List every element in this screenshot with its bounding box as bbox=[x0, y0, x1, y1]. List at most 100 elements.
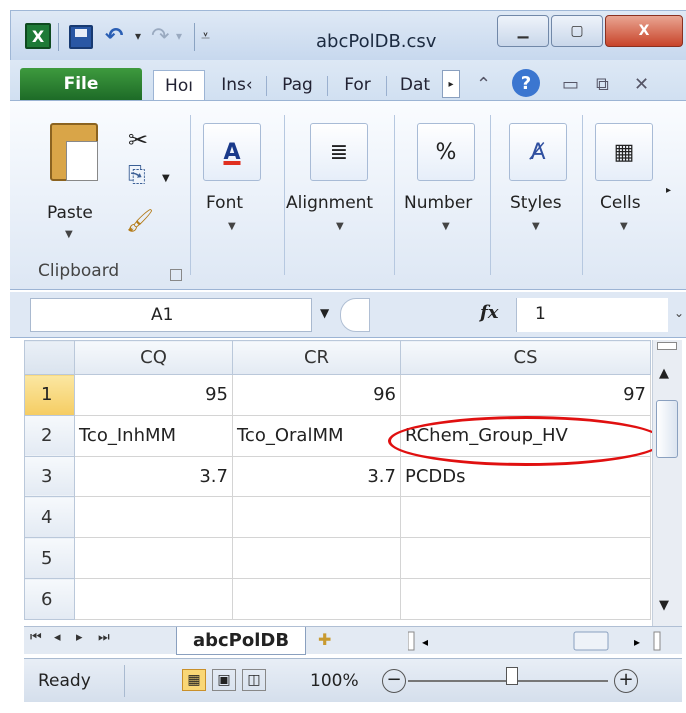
cell[interactable]: 97 bbox=[400, 374, 651, 416]
prev-sheet-icon[interactable]: ◂ bbox=[54, 630, 61, 645]
formula-splitter[interactable] bbox=[340, 298, 370, 332]
cell[interactable] bbox=[74, 537, 233, 580]
sheet-tab[interactable]: abcPolDB bbox=[176, 627, 306, 655]
row-header[interactable]: 6 bbox=[24, 578, 75, 620]
paste-dropdown-icon[interactable]: ▼ bbox=[65, 229, 73, 240]
last-sheet-icon[interactable]: ⏭ bbox=[98, 630, 110, 645]
redo-icon[interactable]: ↷ bbox=[151, 23, 169, 49]
window-minimize-icon[interactable]: ▭ bbox=[562, 74, 579, 95]
cell[interactable]: 95 bbox=[74, 374, 233, 416]
select-all-corner[interactable] bbox=[24, 340, 75, 375]
excel-icon[interactable]: X bbox=[25, 23, 51, 49]
scroll-thumb[interactable] bbox=[656, 400, 678, 458]
column-header[interactable]: CR bbox=[232, 340, 401, 375]
cell[interactable]: 3.7 bbox=[232, 455, 401, 498]
help-icon[interactable]: ? bbox=[512, 69, 540, 97]
formula-input[interactable]: 1 bbox=[516, 298, 668, 332]
sheet-tab-bar: ⏮ ◂ ▸ ⏭ abcPolDB ✚ ◂ ▸ bbox=[24, 626, 682, 655]
save-icon[interactable] bbox=[69, 25, 93, 49]
font-button[interactable]: A bbox=[203, 123, 261, 181]
split-box[interactable] bbox=[657, 342, 677, 350]
clipboard-group-label: Clipboard bbox=[38, 261, 120, 281]
row-header[interactable]: 1 bbox=[24, 374, 75, 416]
undo-icon[interactable]: ↶ bbox=[105, 23, 123, 49]
tab-page-layout[interactable]: Pag bbox=[270, 70, 325, 100]
undo-dropdown-icon[interactable]: ▾ bbox=[135, 23, 141, 49]
cell[interactable]: 3.7 bbox=[74, 455, 233, 498]
tab-home[interactable]: Hoı bbox=[153, 70, 205, 100]
cell[interactable] bbox=[74, 578, 233, 620]
zoom-level[interactable]: 100% bbox=[310, 671, 359, 691]
column-header[interactable]: CS bbox=[400, 340, 651, 375]
styles-button[interactable]: A̸ bbox=[509, 123, 567, 181]
styles-label: Styles bbox=[510, 193, 562, 213]
cell[interactable]: Tco_OralMM bbox=[232, 414, 401, 457]
tab-formulas[interactable]: For bbox=[330, 70, 385, 100]
cell[interactable] bbox=[400, 537, 651, 580]
minimize-ribbon-icon[interactable]: ⌃ bbox=[476, 74, 491, 95]
cell[interactable] bbox=[400, 496, 651, 539]
page-break-view-icon[interactable]: ◫ bbox=[242, 669, 266, 691]
cells-button[interactable]: ▦ bbox=[595, 123, 653, 181]
next-sheet-icon[interactable]: ▸ bbox=[76, 630, 83, 645]
cell[interactable] bbox=[232, 578, 401, 620]
scroll-down-icon[interactable]: ▼ bbox=[659, 598, 669, 613]
window-close-icon[interactable]: ✕ bbox=[634, 74, 649, 95]
close-button[interactable]: X bbox=[605, 15, 683, 47]
vertical-scrollbar[interactable]: ▲ ▼ bbox=[652, 340, 682, 626]
number-button[interactable]: % bbox=[417, 123, 475, 181]
scroll-up-icon[interactable]: ▲ bbox=[659, 366, 669, 381]
insert-function-icon[interactable]: fx bbox=[480, 302, 498, 323]
zoom-out-icon[interactable]: − bbox=[382, 669, 406, 693]
row-header[interactable]: 5 bbox=[24, 537, 75, 580]
table-row: 5 bbox=[24, 537, 651, 580]
tab-scroll-right-icon[interactable]: ▸ bbox=[442, 70, 460, 98]
paste-button[interactable]: Paste bbox=[47, 203, 93, 223]
cell[interactable]: Tco_InhMM bbox=[74, 414, 233, 457]
insert-sheet-icon[interactable]: ✚ bbox=[318, 630, 331, 649]
horizontal-scrollbar[interactable]: ◂ ▸ bbox=[408, 630, 676, 652]
divider bbox=[582, 115, 583, 275]
name-box[interactable]: A1 bbox=[30, 298, 312, 332]
clipboard-launcher-icon[interactable] bbox=[170, 269, 182, 281]
redo-dropdown-icon[interactable]: ▾ bbox=[176, 23, 182, 49]
cell[interactable] bbox=[74, 496, 233, 539]
alignment-dropdown-icon[interactable]: ▼ bbox=[336, 221, 344, 232]
row-header[interactable]: 2 bbox=[24, 414, 75, 457]
expand-formula-bar-icon[interactable]: ⌄ bbox=[674, 306, 684, 320]
row-header[interactable]: 4 bbox=[24, 496, 75, 539]
paste-icon[interactable] bbox=[50, 123, 98, 181]
normal-view-icon[interactable]: ▦ bbox=[182, 669, 206, 691]
cut-icon[interactable]: ✂ bbox=[128, 126, 148, 154]
format-painter-icon[interactable]: 🖌 bbox=[126, 209, 154, 234]
ribbon-scroll-right-icon[interactable]: ▸ bbox=[666, 185, 671, 196]
tab-file[interactable]: File bbox=[20, 68, 142, 100]
styles-dropdown-icon[interactable]: ▼ bbox=[532, 221, 540, 232]
page-layout-view-icon[interactable]: ▣ bbox=[212, 669, 236, 691]
window-restore-icon[interactable]: ⧉ bbox=[596, 74, 609, 95]
divider bbox=[58, 23, 59, 51]
customize-toolbar-icon[interactable]: ⩡ bbox=[201, 23, 210, 49]
row-header[interactable]: 3 bbox=[24, 455, 75, 498]
cell[interactable] bbox=[400, 578, 651, 620]
minimize-button[interactable]: ▁ bbox=[497, 15, 549, 47]
first-sheet-icon[interactable]: ⏮ bbox=[30, 630, 42, 645]
cells-dropdown-icon[interactable]: ▼ bbox=[620, 221, 628, 232]
maximize-button[interactable]: ▢ bbox=[551, 15, 603, 47]
status-text: Ready bbox=[38, 671, 91, 691]
cell[interactable] bbox=[232, 537, 401, 580]
name-box-dropdown-icon[interactable]: ▼ bbox=[320, 306, 329, 320]
font-dropdown-icon[interactable]: ▼ bbox=[228, 221, 236, 232]
cell[interactable]: 96 bbox=[232, 374, 401, 416]
tab-data[interactable]: Dat bbox=[389, 70, 441, 100]
alignment-button[interactable]: ≣ bbox=[310, 123, 368, 181]
ribbon-tabs: File Hoı Ins‹ Pag For Dat ▸ ⌃ ? ▭ ⧉ ✕ bbox=[10, 60, 686, 100]
zoom-in-icon[interactable]: + bbox=[614, 669, 638, 693]
number-dropdown-icon[interactable]: ▼ bbox=[442, 221, 450, 232]
tab-insert[interactable]: Ins‹ bbox=[211, 70, 263, 100]
copy-dropdown-icon[interactable]: ▼ bbox=[162, 173, 170, 184]
column-header[interactable]: CQ bbox=[74, 340, 233, 375]
zoom-slider-thumb[interactable] bbox=[506, 667, 518, 685]
copy-icon[interactable]: ⎘ bbox=[128, 163, 146, 188]
cell[interactable] bbox=[232, 496, 401, 539]
